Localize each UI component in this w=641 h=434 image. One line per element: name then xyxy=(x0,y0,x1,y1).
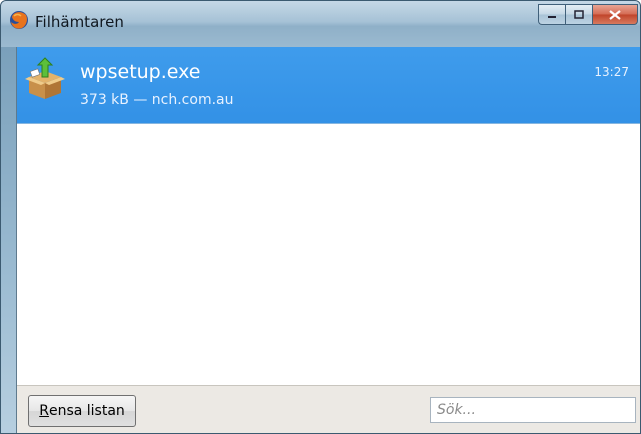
close-button[interactable] xyxy=(592,4,638,25)
download-status: 373 kB — nch.com.au xyxy=(80,92,234,108)
firefox-icon xyxy=(10,11,28,29)
download-list[interactable]: wpsetup.exe 373 kB — nch.com.au 13:27 xyxy=(17,47,640,365)
clear-list-label: ensa listan xyxy=(48,403,125,419)
close-icon xyxy=(609,9,621,20)
download-item[interactable]: wpsetup.exe 373 kB — nch.com.au 13:27 xyxy=(17,47,640,124)
download-time: 13:27 xyxy=(594,65,629,79)
bottom-toolbar: Rensa listan xyxy=(17,385,640,433)
download-filename: wpsetup.exe xyxy=(80,61,201,83)
minimize-button[interactable] xyxy=(538,4,565,25)
package-icon xyxy=(25,57,65,99)
maximize-button[interactable] xyxy=(565,4,592,25)
window-title: Filhämtaren xyxy=(35,13,124,31)
minimize-icon xyxy=(548,15,556,18)
window-frame-left xyxy=(1,47,16,433)
client-area: wpsetup.exe 373 kB — nch.com.au 13:27 Re… xyxy=(16,47,640,433)
clear-list-button[interactable]: Rensa listan xyxy=(28,395,136,427)
maximize-icon xyxy=(574,10,584,19)
search-input[interactable] xyxy=(430,397,636,423)
clear-list-accesskey: R xyxy=(39,403,49,419)
window-controls xyxy=(538,4,638,26)
title-bar[interactable]: Filhämtaren xyxy=(1,1,640,47)
download-manager-window: Filhämtaren wpsetup.exe 373 kB — nch.com… xyxy=(0,0,641,434)
